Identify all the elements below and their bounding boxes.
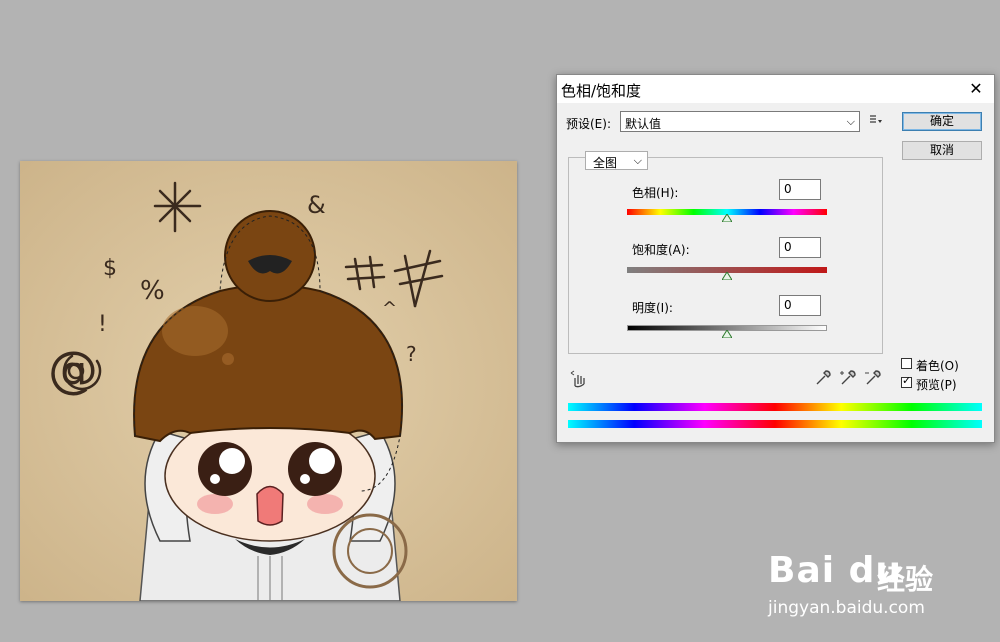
watermark-url: jingyan.baidu.com bbox=[768, 598, 925, 618]
subtract-from-sample-eyedropper-icon[interactable] bbox=[864, 369, 882, 387]
preview-label: 预览(P) bbox=[916, 378, 957, 392]
add-to-sample-eyedropper-icon[interactable] bbox=[839, 369, 857, 387]
svg-text:$: $ bbox=[103, 256, 117, 281]
preset-value: 默认值 bbox=[625, 117, 662, 131]
lightness-slider-thumb[interactable] bbox=[722, 330, 732, 338]
svg-text:?: ? bbox=[406, 342, 417, 366]
chevron-down-icon: ⌵ bbox=[846, 115, 855, 128]
hue-label: 色相(H): bbox=[632, 186, 679, 200]
svg-text:&: & bbox=[307, 191, 326, 219]
preset-dropdown[interactable]: 默认值 ⌵ bbox=[620, 111, 860, 132]
document-canvas[interactable]: & $ % ! ^ ? @ bbox=[20, 161, 517, 601]
saturation-input[interactable]: 0 bbox=[779, 237, 821, 258]
svg-text:!: ! bbox=[98, 312, 107, 337]
saturation-slider-thumb[interactable] bbox=[722, 272, 732, 280]
output-color-bar bbox=[568, 420, 982, 428]
preset-label: 预设(E): bbox=[566, 117, 611, 131]
ok-button[interactable]: 确定 bbox=[902, 112, 982, 131]
close-button[interactable]: ✕ bbox=[958, 75, 994, 103]
baidu-jingyan-watermark: Bai du 经验 jingyan.baidu.com bbox=[765, 540, 995, 630]
range-value: 全图 bbox=[593, 156, 618, 170]
svg-text:%: % bbox=[140, 276, 165, 306]
range-dropdown[interactable]: 全图 ⌵ bbox=[585, 151, 648, 170]
lightness-label: 明度(I): bbox=[632, 301, 673, 315]
preset-options-icon[interactable] bbox=[869, 113, 883, 127]
svg-text:@: @ bbox=[48, 341, 98, 399]
dialog-titlebar[interactable]: 色相/饱和度 ✕ bbox=[557, 75, 994, 103]
targeted-adjustment-hand-icon[interactable] bbox=[570, 370, 588, 388]
cartoon-girl-illustration: & $ % ! ^ ? @ bbox=[20, 161, 517, 601]
cancel-button[interactable]: 取消 bbox=[902, 141, 982, 160]
svg-text:^: ^ bbox=[382, 298, 397, 319]
eyedropper-icon[interactable] bbox=[814, 369, 832, 387]
lightness-input[interactable]: 0 bbox=[779, 295, 821, 316]
chevron-down-icon: ⌵ bbox=[633, 154, 642, 167]
hue-slider-thumb[interactable] bbox=[722, 214, 732, 222]
dialog-title: 色相/饱和度 bbox=[561, 82, 642, 100]
hue-saturation-dialog: 色相/饱和度 ✕ 预设(E): 默认值 ⌵ 确定 取消 全图 ⌵ 色相(H): … bbox=[556, 74, 995, 443]
saturation-label: 饱和度(A): bbox=[632, 243, 690, 257]
preview-checkbox[interactable]: ✓ bbox=[901, 374, 912, 388]
check-icon: ✓ bbox=[902, 374, 912, 387]
colorize-label: 着色(O) bbox=[916, 359, 959, 373]
hue-input[interactable]: 0 bbox=[779, 179, 821, 200]
jingyan-label: 经验 bbox=[877, 563, 934, 596]
input-color-bar bbox=[568, 403, 982, 411]
colorize-checkbox[interactable] bbox=[901, 358, 912, 369]
